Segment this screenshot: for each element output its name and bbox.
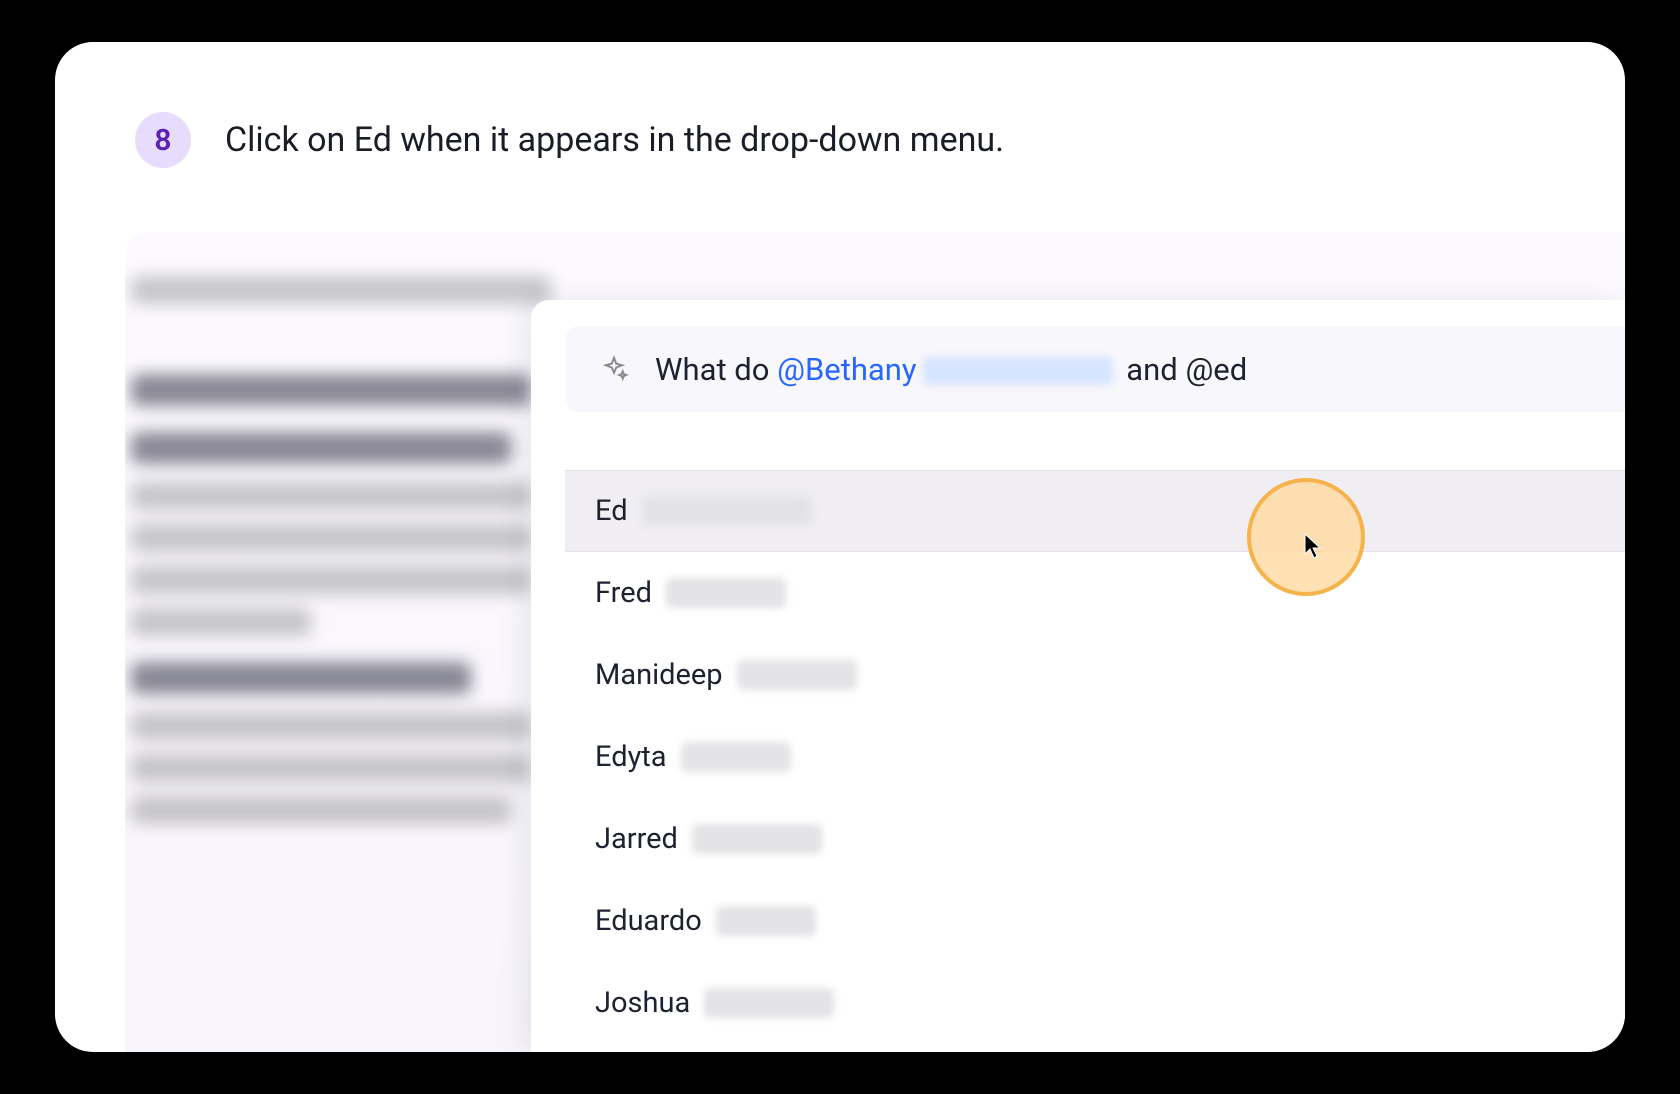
dropdown-item-edyta[interactable]: Edyta (565, 716, 1625, 798)
step-instruction: Click on Ed when it appears in the drop-… (225, 120, 1004, 160)
mention-dropdown: Ed Fred Manideep Edyta Jarred Eduardo Joshua (565, 470, 1625, 1044)
dropdown-item-fred[interactable]: Fred (565, 552, 1625, 634)
dropdown-item-name: Jarred (595, 822, 678, 856)
dropdown-item-surname-redacted (704, 988, 834, 1018)
dropdown-item-name: Fred (595, 576, 652, 610)
dropdown-item-surname-redacted (692, 824, 822, 854)
dropdown-item-surname-redacted (666, 578, 786, 608)
mention-popup: What do @Bethany and @ed EdFredManideepE… (531, 300, 1625, 1052)
query-input[interactable]: What do @Bethany and @ed (565, 326, 1625, 412)
dropdown-item-joshua[interactable]: Joshua (565, 962, 1625, 1044)
dropdown-item-surname-redacted (716, 906, 816, 936)
tutorial-step-card: 8 Click on Ed when it appears in the dro… (55, 42, 1625, 1052)
dropdown-item-name: Ed (595, 494, 628, 528)
dropdown-item-surname-redacted (681, 742, 791, 772)
dropdown-item-surname-redacted (642, 496, 812, 526)
step-number-badge: 8 (135, 112, 191, 168)
step-header: 8 Click on Ed when it appears in the dro… (135, 112, 1004, 168)
query-text: What do @Bethany and @ed (655, 351, 1247, 388)
query-prefix: What do (655, 351, 777, 388)
sparkle-icon (599, 354, 629, 384)
dropdown-item-ed[interactable]: Ed (565, 470, 1625, 552)
mention-bethany[interactable]: @Bethany (777, 351, 916, 388)
mention-surname-redacted (923, 357, 1113, 385)
dropdown-item-surname-redacted (737, 660, 857, 690)
dropdown-item-name: Joshua (595, 986, 690, 1020)
screenshot-area: What do @Bethany and @ed EdFredManideepE… (125, 232, 1625, 1052)
dropdown-item-name: Edyta (595, 740, 667, 774)
dropdown-item-jarred[interactable]: Jarred (565, 798, 1625, 880)
dropdown-item-name: Eduardo (595, 904, 702, 938)
dropdown-item-name: Manideep (595, 658, 723, 692)
dropdown-item-manideep[interactable]: Manideep (565, 634, 1625, 716)
dropdown-item-eduardo[interactable]: Eduardo (565, 880, 1625, 962)
query-suffix: and @ed (1119, 351, 1248, 388)
